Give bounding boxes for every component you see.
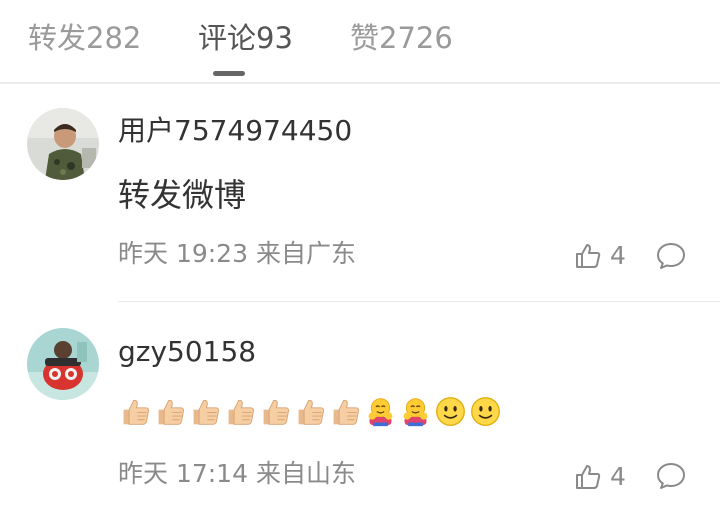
tab-likes[interactable]: 赞2726 — [350, 18, 453, 58]
like-button[interactable]: 4 — [574, 460, 626, 494]
username[interactable]: gzy50158 — [118, 334, 256, 370]
like-count: 4 — [610, 241, 626, 270]
reply-button[interactable] — [655, 240, 687, 272]
comment-text: 转发微博 — [118, 176, 247, 214]
thumbs-up-emoji-icon — [223, 393, 258, 429]
thumbs-up-emoji-icon — [258, 393, 293, 429]
smile-face-emoji-icon — [433, 393, 468, 429]
thumbs-up-outline-icon — [576, 244, 601, 268]
speech-bubble-icon — [657, 243, 685, 269]
avatar[interactable] — [27, 328, 99, 400]
like-count: 4 — [610, 462, 626, 491]
comment-divider — [118, 301, 720, 302]
hugging-face-emoji-icon — [363, 393, 398, 429]
tab-comments[interactable]: 评论93 — [198, 18, 293, 58]
comment-emoji-text — [118, 393, 503, 429]
smile-face-emoji-icon — [468, 393, 503, 429]
thumbs-up-emoji-icon — [293, 393, 328, 429]
thumbs-up-emoji-icon — [153, 393, 188, 429]
reply-button[interactable] — [655, 460, 687, 492]
comment-meta: 昨天 19:23 来自广东 — [118, 239, 356, 268]
avatar[interactable] — [27, 108, 99, 180]
thumbs-up-emoji-icon — [328, 393, 363, 429]
thumbs-up-emoji-icon — [188, 393, 223, 429]
hugging-face-emoji-icon — [398, 393, 433, 429]
thumbs-up-emoji-icon — [118, 393, 153, 429]
comment-meta: 昨天 17:14 来自山东 — [118, 459, 356, 488]
like-button[interactable]: 4 — [574, 239, 626, 273]
active-tab-indicator — [213, 71, 245, 76]
username[interactable]: 用户7574974450 — [118, 113, 352, 149]
thumbs-up-outline-icon — [576, 465, 601, 489]
speech-bubble-icon — [657, 463, 685, 489]
tab-reposts[interactable]: 转发282 — [28, 18, 141, 58]
comment-tabs: 转发282 评论93 赞2726 — [0, 0, 720, 84]
